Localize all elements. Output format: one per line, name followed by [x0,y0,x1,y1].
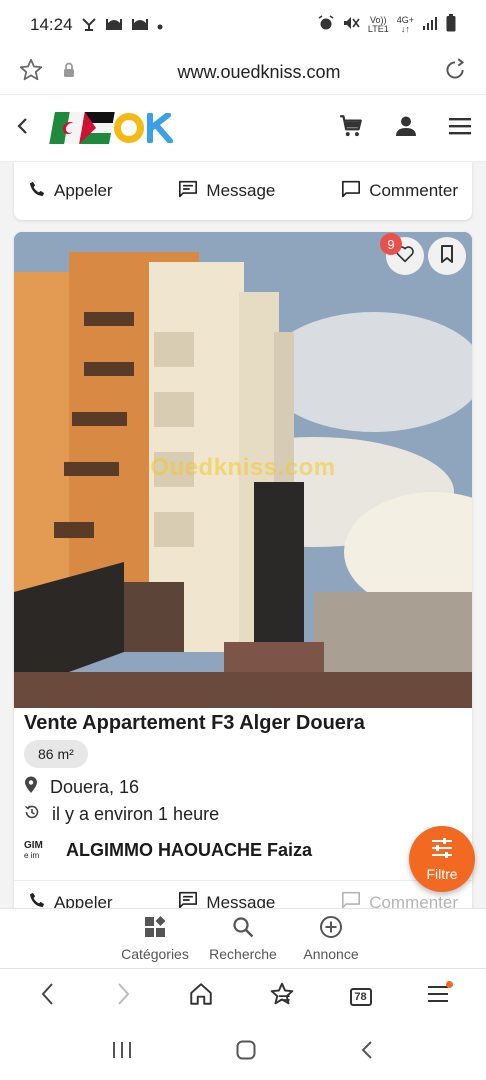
browser-forward-icon[interactable] [113,981,133,1012]
phone-icon [28,180,46,203]
mosque-icon [131,15,149,36]
listing-time: il y a environ 1 heure [52,804,220,824]
seller-name: ALGIMMO HAOUACHE Faiza [66,840,313,860]
previous-card-actions: Appeler Message Commenter [14,162,472,220]
logo-k [147,113,173,143]
menu-icon[interactable] [448,116,472,141]
photo-watermark: Ouedkniss.com [150,454,336,481]
volte-indicator: Vo)) LTE1 [367,15,389,34]
reload-icon[interactable] [442,57,468,88]
location-row: Douera, 16 [24,776,139,799]
cart-icon[interactable] [338,113,364,144]
comment-icon [341,891,361,908]
save-button[interactable] [428,237,466,275]
location-pin-icon [24,776,38,799]
app-header [0,94,486,162]
bookmark-star-icon[interactable] [18,57,44,88]
battery-icon [446,13,456,37]
listing-feed[interactable]: Appeler Message Commenter Ouedkniss.com … [0,162,486,908]
url-bar: www.ouedkniss.com [0,50,486,94]
listing-location: Douera, 16 [50,777,140,797]
url-text[interactable]: www.ouedkniss.com [76,62,442,83]
seller-info[interactable]: GIM e im ALGIMMO HAOUACHE Faiza [24,840,312,861]
history-icon [24,804,40,825]
signal-icon [422,15,438,35]
tabs-button[interactable]: 78 [349,987,372,1006]
listing-photo[interactable]: Ouedkniss.com 9 [14,232,472,708]
notification-dot [445,981,453,988]
time-row: il y a environ 1 heure [24,804,219,825]
nav-post-ad[interactable]: Annonce [294,915,368,968]
bookmarks-icon[interactable] [269,981,295,1012]
filter-label: Filtre [426,865,458,882]
bookmark-icon [440,244,454,268]
favorite-button[interactable]: 9 [380,233,424,275]
system-home-icon[interactable] [235,1039,257,1066]
status-time: 14:24 [30,15,73,34]
mute-icon [342,15,360,36]
nav-search[interactable]: Recherche [206,915,280,968]
lock-icon [62,62,76,83]
listing-title[interactable]: Vente Appartement F3 Alger Douera [24,712,365,735]
listing-card[interactable]: Ouedkniss.com 9 Vente Appartement F3 Alg… [14,232,472,908]
filter-icon [430,837,454,864]
logo-ok [114,113,174,143]
bottom-navigation: Catégories Recherche Annonce [0,908,486,968]
like-count-badge: 9 [380,233,402,255]
recent-apps-icon[interactable] [111,1040,133,1065]
comment-icon [341,180,361,203]
message-icon [178,891,198,908]
browser-toolbar: 78 [0,968,486,1024]
network-type-indicator: 4G+ ↓↑ [396,15,414,34]
comment-button[interactable]: Commenter [341,180,458,203]
system-back-icon[interactable] [359,1039,375,1066]
logo-o [114,113,144,143]
account-icon[interactable] [394,114,418,143]
seller-logo: GIM e im [24,839,43,860]
message-button[interactable]: Message [178,180,275,203]
filter-button[interactable]: Filtre [409,826,475,892]
site-logo[interactable] [49,108,174,148]
phone-icon [28,891,46,908]
message-icon [178,180,198,203]
alarm-icon [318,14,334,36]
notification-icon [81,16,97,35]
search-icon [231,915,255,946]
comment-button[interactable]: Commenter [341,891,458,908]
area-chip: 86 m² [24,740,88,768]
categories-icon [143,915,167,946]
listing-card-actions: Appeler Message Commenter [14,880,472,908]
call-button[interactable]: Appeler [28,891,113,908]
nav-categories[interactable]: Catégories [118,915,192,968]
home-icon[interactable] [188,981,214,1012]
add-circle-icon [319,915,343,946]
status-bar: 14:24 Vo)) LTE1 4G+ ↓↑ [0,0,486,50]
logo-flag [49,112,115,144]
browser-menu-icon[interactable] [427,981,453,1008]
back-icon[interactable] [14,116,32,141]
system-navigation [0,1024,486,1080]
call-button[interactable]: Appeler [28,180,113,203]
message-button[interactable]: Message [178,891,275,908]
dot-icon [157,15,163,35]
browser-back-icon[interactable] [38,981,58,1012]
mosque-icon [105,15,123,36]
